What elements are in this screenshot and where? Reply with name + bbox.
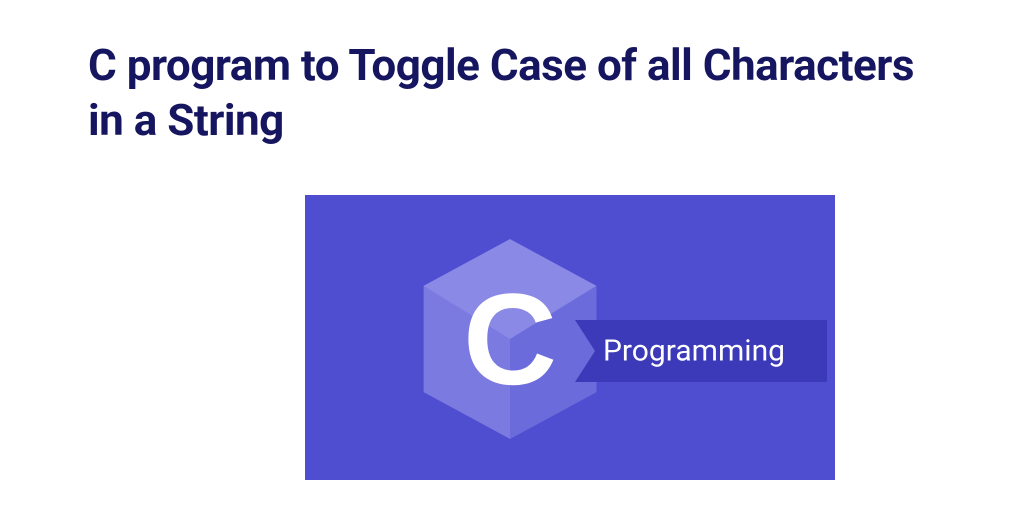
programming-banner: Programming <box>575 320 827 382</box>
c-letter-icon: C <box>463 274 557 404</box>
c-programming-logo: C Programming <box>305 195 835 480</box>
hexagon-shape: C <box>420 235 600 443</box>
page-title: C program to Toggle Case of all Characte… <box>88 38 936 148</box>
banner-label: Programming <box>603 334 785 369</box>
